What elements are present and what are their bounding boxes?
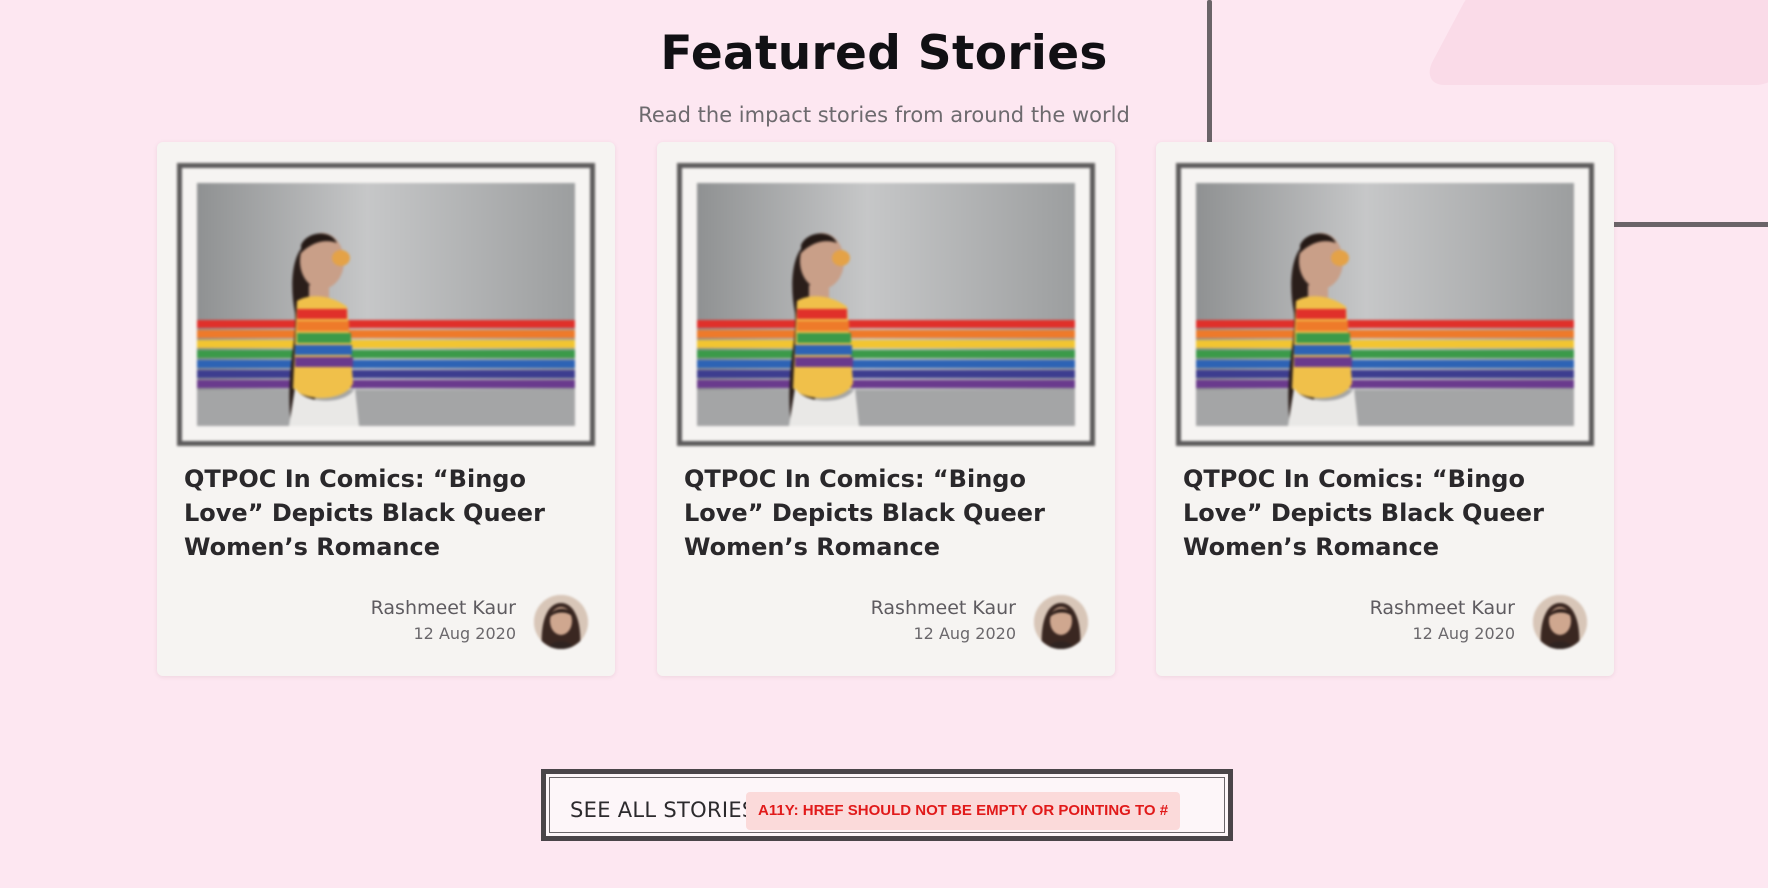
author-avatar (534, 595, 588, 649)
story-card[interactable]: QTPOC In Comics: “Bingo Love” Depicts Bl… (657, 142, 1115, 676)
story-author: Rashmeet Kaur (370, 597, 516, 619)
story-image[interactable] (1176, 163, 1594, 446)
story-author: Rashmeet Kaur (1369, 597, 1515, 619)
story-title[interactable]: QTPOC In Comics: “Bingo Love” Depicts Bl… (184, 462, 584, 564)
focus-outline: SEE ALL STORIES A11Y: HREF SHOULD NOT BE… (549, 777, 1225, 833)
story-photo (697, 183, 1075, 426)
story-card[interactable]: QTPOC In Comics: “Bingo Love” Depicts Bl… (1156, 142, 1614, 676)
author-avatar (1034, 595, 1088, 649)
section-subtitle: Read the impact stories from around the … (638, 103, 1130, 127)
story-image[interactable] (677, 163, 1095, 446)
see-all-stories-button[interactable]: SEE ALL STORIES A11Y: HREF SHOULD NOT BE… (541, 769, 1233, 841)
section-title: Featured Stories (660, 26, 1108, 81)
story-card[interactable]: QTPOC In Comics: “Bingo Love” Depicts Bl… (157, 142, 615, 676)
story-photo (1196, 183, 1574, 426)
story-photo (197, 183, 575, 426)
story-date: 12 Aug 2020 (1412, 624, 1516, 643)
a11y-warning-badge: A11Y: HREF SHOULD NOT BE EMPTY OR POINTI… (746, 792, 1181, 830)
story-image[interactable] (177, 163, 595, 446)
story-title[interactable]: QTPOC In Comics: “Bingo Love” Depicts Bl… (684, 462, 1084, 564)
author-avatar (1533, 595, 1587, 649)
story-date: 12 Aug 2020 (413, 624, 517, 643)
story-title[interactable]: QTPOC In Comics: “Bingo Love” Depicts Bl… (1183, 462, 1583, 564)
story-date: 12 Aug 2020 (913, 624, 1017, 643)
see-all-stories-label: SEE ALL STORIES (570, 798, 756, 822)
story-author: Rashmeet Kaur (870, 597, 1016, 619)
